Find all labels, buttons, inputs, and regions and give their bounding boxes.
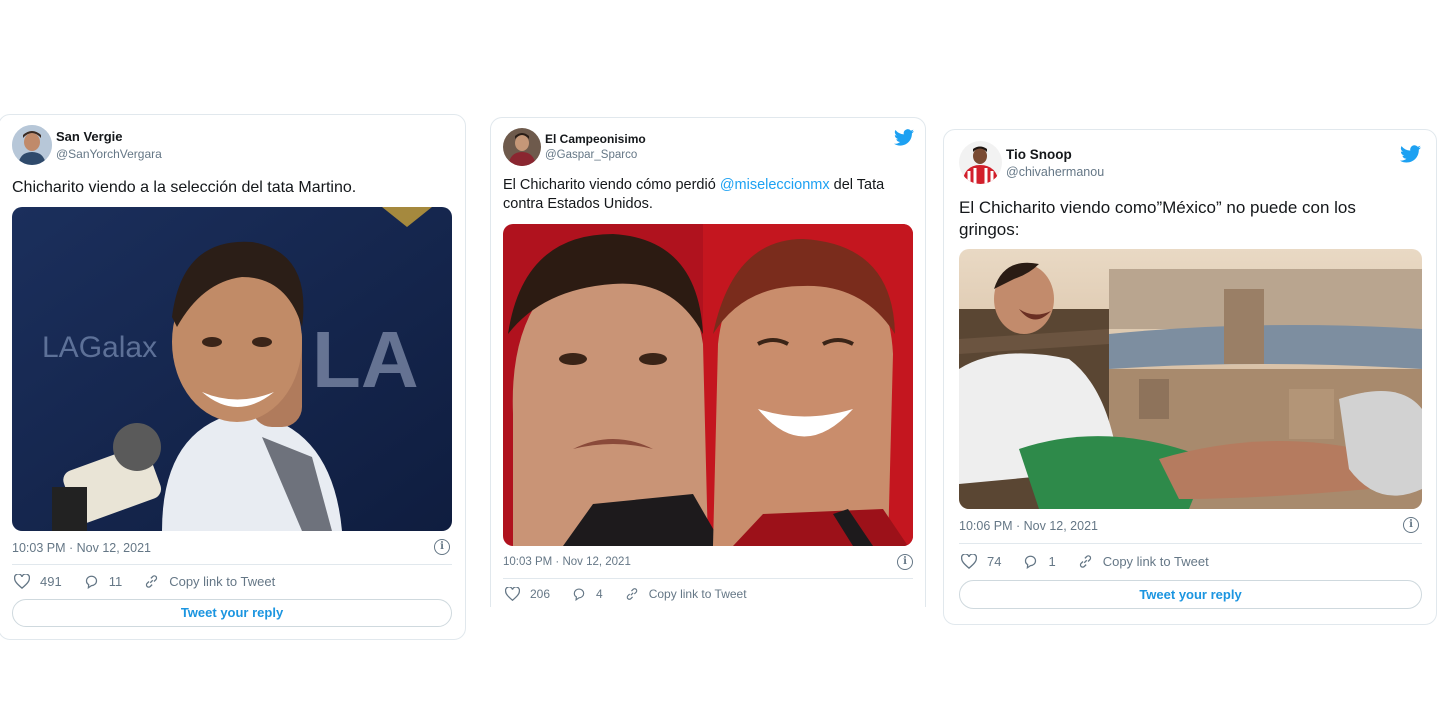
like-count: 491 [40,574,62,589]
like-count: 206 [530,587,551,601]
like-button[interactable]: 74 [961,554,1001,569]
avatar-photo [12,125,52,165]
copy-link-button[interactable]: Copy link to Tweet [625,587,747,601]
tweet-reply-button[interactable]: Tweet your reply [959,580,1422,609]
divider [12,564,452,565]
tweet-text: El Chicharito viendo como”México” no pue… [959,198,1356,239]
heart-icon [961,554,977,569]
reply-button[interactable]: 11 [84,574,123,589]
copy-link-button[interactable]: Copy link to Tweet [1078,554,1209,569]
tweet-text: Chicharito viendo a la selección del tat… [12,179,357,196]
like-count: 74 [987,554,1002,569]
press-conference-photo: LAGalax LA [12,207,452,531]
svg-text:LAGalax: LAGalax [42,331,157,364]
heart-icon [14,574,30,589]
author-name[interactable]: San Vergie [56,129,122,144]
link-icon [626,588,637,600]
link-icon [1079,555,1091,568]
author-name[interactable]: Tio Snoop [1006,147,1072,162]
info-icon[interactable]: i [1403,517,1419,533]
meme-photo-sad-and-laughing [503,224,913,546]
tweet-image[interactable]: LAGalax LA [12,207,452,531]
reply-bubble-icon [85,575,97,589]
tweet-image[interactable] [503,224,913,546]
reply-button[interactable]: 4 [572,587,603,601]
timestamp[interactable]: 10:03 PM · Nov 12, 2021 [12,541,151,555]
copy-link-button[interactable]: Copy link to Tweet [144,574,275,589]
copy-link-label: Copy link to Tweet [1102,554,1209,569]
timestamp[interactable]: 10:06 PM · Nov 12, 2021 [959,519,1098,533]
reply-count: 11 [108,574,123,589]
tweet-image[interactable] [959,249,1422,509]
author-handle[interactable]: @chivahermanou [1006,165,1104,179]
tweet-actions: 491 11 Copy link to Tweet [14,574,297,589]
copy-link-label: Copy link to Tweet [169,574,276,589]
divider [503,578,913,579]
reply-bubble-icon [1025,555,1037,569]
tweet-actions: 206 4 Copy link to Tweet [505,587,769,601]
avatar[interactable] [959,141,1002,184]
like-button[interactable]: 206 [505,587,550,601]
twitter-bird-icon[interactable] [1400,145,1421,163]
avatar[interactable] [503,128,541,166]
tweet-text: El Chicharito viendo cómo perdió @misele… [503,176,903,214]
tweet-card-3: Tio Snoop @chivahermanou El Chicharito v… [943,129,1437,625]
tweet-card-2: El Campeonisimo @Gaspar_Sparco El Chicha… [490,117,926,607]
svg-text:LA: LA [312,315,419,404]
divider [959,543,1422,544]
like-button[interactable]: 491 [14,574,62,589]
info-icon[interactable]: i [434,539,450,555]
tweet-text-part-1: El Chicharito viendo cómo perdió [503,177,720,193]
timestamp[interactable]: 10:03 PM · Nov 12, 2021 [503,556,631,568]
reply-bubble-icon [573,588,585,601]
author-name[interactable]: El Campeonisimo [545,132,646,146]
twitter-bird-icon[interactable] [894,129,914,146]
reply-count: 4 [596,587,603,601]
info-icon[interactable]: i [897,554,913,570]
avatar-photo [503,128,541,166]
avatar-photo [959,141,1002,184]
tweet-card-1: San Vergie @SanYorchVergara Chicharito v… [0,114,466,640]
author-handle[interactable]: @SanYorchVergara [56,147,162,161]
reply-button[interactable]: 1 [1023,554,1056,569]
link-icon [146,575,158,588]
heart-icon [505,587,520,601]
avatar[interactable] [12,125,52,165]
tweet-reply-button[interactable]: Tweet your reply [12,599,452,627]
balcony-laughing-photo [959,249,1422,509]
tweet-actions: 74 1 Copy link to Tweet [961,554,1231,569]
copy-link-label: Copy link to Tweet [648,587,747,601]
author-handle[interactable]: @Gaspar_Sparco [545,149,637,161]
reply-count: 1 [1048,554,1056,569]
mention-link[interactable]: @miseleccionmx [720,177,830,193]
